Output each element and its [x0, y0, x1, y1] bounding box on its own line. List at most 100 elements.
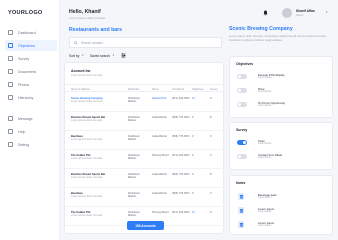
logo: YOURLOGO	[8, 10, 43, 16]
account-name-cell[interactable]: The Golden Tiki Lorem ipsum dolor sit ame…	[71, 154, 126, 161]
completed-cell: (871) 325-2827	[172, 97, 190, 100]
sidebar-item-message[interactable]: Message	[5, 113, 57, 124]
sidebar-item-photos[interactable]: Photos	[5, 79, 57, 90]
distributor-cell: Distributor Market	[128, 97, 140, 104]
sidebar-item-hierarchy[interactable]: Hierarchy	[5, 92, 57, 103]
objectives-panel: Objectives Execute POS Display Lorem ips…	[229, 56, 333, 118]
completed-cell: (566) 775-0571	[172, 116, 190, 119]
survey-toggle[interactable]	[237, 140, 247, 145]
objectives-cell: 12	[192, 211, 195, 214]
sidebar-item-objectives[interactable]: Objectives	[5, 40, 57, 51]
search-input[interactable]	[81, 40, 211, 45]
completed-cell: (566) 775-0571	[172, 192, 190, 195]
column-header[interactable]: Name & Address	[71, 88, 90, 91]
objectives-cell: 0	[192, 173, 194, 176]
sidebar-item-documents[interactable]: Documents	[5, 66, 57, 77]
card-title: Account list	[71, 69, 91, 73]
filter-icon[interactable]	[121, 53, 126, 58]
survey-cell: 0	[210, 97, 212, 100]
survey-cell: 0	[210, 211, 212, 214]
account-name-cell[interactable]: Bourbon Streets Sports Bar Lorem ipsum do…	[71, 173, 126, 180]
survey-cell: 0	[210, 154, 212, 157]
objective-sub: Lorem ipsum	[258, 91, 272, 93]
survey-sub: Lorem ipsum	[258, 157, 272, 159]
completed-cell: (566) 775-0571	[172, 173, 190, 176]
distributor-cell: Distributor Market	[128, 154, 140, 161]
account-name-cell[interactable]: The Golden Tiki Lorem ipsum dolor sit ame…	[71, 211, 126, 218]
sidebar-item-survey[interactable]: Survey	[5, 53, 57, 64]
sidebar-item-help[interactable]: Help	[5, 126, 57, 137]
gear-icon	[8, 142, 13, 147]
objectives-cell: 12	[192, 97, 195, 100]
column-header[interactable]: Name	[152, 88, 159, 91]
column-header[interactable]: Survey	[210, 88, 218, 91]
survey-toggle[interactable]	[237, 154, 247, 159]
objective-sub: Lorem ipsum	[258, 77, 272, 79]
target-icon	[8, 43, 13, 48]
survey-cell: 0	[210, 135, 212, 138]
survey-sub: Lorem ipsum	[258, 143, 272, 145]
sidebar-item-label: Setting	[18, 142, 30, 147]
table-row[interactable]: Bourbon Streets Sports Bar Lorem ipsum do…	[65, 112, 225, 131]
completed-cell: (871) 325-2827	[172, 211, 190, 214]
sidebar-item-setting[interactable]: Setting	[5, 139, 57, 150]
image-icon	[8, 82, 13, 87]
objectives-cell: 0	[192, 116, 194, 119]
contact-cell: Djaluka Pick	[152, 97, 167, 100]
contact-cell: Anika Breher	[152, 192, 167, 195]
sidebar-item-label: Objectives	[18, 43, 35, 48]
distributor-cell: Distributor Market	[128, 116, 140, 123]
page-title: Restaurants and bars	[69, 27, 123, 33]
document-icon	[238, 221, 244, 228]
survey-cell: 8	[210, 116, 212, 119]
objective-toggle[interactable]	[237, 74, 247, 79]
account-address: Lorem ipsum dolor sit amet	[71, 157, 103, 161]
survey-cell: 8	[210, 173, 212, 176]
notes-panel: Notes Beverage team Lorem ipsum Lorem ip…	[229, 175, 333, 235]
sidebar-item-label: Message	[18, 116, 33, 121]
detail-description: Lorem ipsum dolor sit amet, consectetur …	[229, 34, 327, 42]
saved-search-dropdown[interactable]: Saved search ▼	[90, 54, 115, 58]
objective-toggle[interactable]	[237, 102, 247, 107]
detail-title: Scenic Brewing Company	[229, 26, 293, 32]
accounts-button[interactable]: 156 Accounts	[127, 221, 164, 230]
account-address: Lorem ipsum dolor sit amet	[71, 195, 103, 199]
distributor-cell: Distributor Market	[128, 192, 140, 199]
table-header: Name & Address Distributor Name Complete…	[65, 84, 225, 92]
chevron-down-icon: ▼	[81, 54, 84, 57]
column-header[interactable]: Objectives	[192, 88, 204, 91]
account-name-cell[interactable]: Bourbon Streets Sports Bar Lorem ipsum do…	[71, 116, 126, 123]
column-header[interactable]: Distributor	[128, 88, 139, 91]
distributor-cell: Distributor Market	[128, 211, 140, 218]
table-row[interactable]: Beerhaus Lorem ipsum dolor sit amet Distri…	[65, 188, 225, 207]
note-sub: Lorem ipsum	[258, 197, 272, 199]
completed-cell: (566) 775-0571	[172, 135, 190, 138]
sidebar: YOURLOGO Dashboard Objectives Survey Doc…	[0, 0, 60, 240]
account-list-card: Account list Lorem ipsum dolor sit amet …	[64, 62, 225, 234]
greeting: Hello, Khanif	[69, 9, 101, 15]
clipboard-icon	[8, 56, 13, 61]
account-name-cell[interactable]: Scenic Brewing Company Lorem ipsum dolor …	[71, 97, 126, 104]
sidebar-item-dashboard[interactable]: Dashboard	[5, 27, 57, 38]
table-row[interactable]: Beerhaus Lorem ipsum dolor sit amet Distri…	[65, 131, 225, 150]
column-header[interactable]: Completed	[172, 88, 184, 91]
table-row[interactable]: The Golden Tiki Lorem ipsum dolor sit ame…	[65, 150, 225, 169]
table-row[interactable]: Scenic Brewing Company Lorem ipsum dolor …	[65, 93, 225, 112]
objective-toggle[interactable]	[237, 88, 247, 93]
hierarchy-icon	[8, 95, 13, 100]
sort-dropdown[interactable]: Sort by ▼	[69, 54, 84, 58]
bell-icon[interactable]	[263, 10, 268, 16]
search-bar	[69, 37, 222, 48]
account-name-cell[interactable]: Beerhaus Lorem ipsum dolor sit amet	[71, 192, 126, 199]
user-name: Khanif Affan	[296, 9, 315, 13]
help-icon	[8, 129, 13, 134]
note-sub: Lorem ipsum	[258, 225, 272, 227]
chevron-down-icon[interactable]: ▾	[326, 10, 328, 14]
chevron-down-icon: ▼	[112, 54, 115, 57]
account-name-cell[interactable]: Beerhaus Lorem ipsum dolor sit amet	[71, 135, 126, 142]
account-address: Lorem ipsum dolor sit amet	[71, 100, 103, 104]
table-row[interactable]: Bourbon Streets Sports Bar Lorem ipsum do…	[65, 169, 225, 188]
avatar[interactable]	[282, 8, 292, 18]
sidebar-item-label: Dashboard	[18, 30, 36, 35]
account-address: Lorem ipsum dolor sit amet	[71, 119, 103, 123]
